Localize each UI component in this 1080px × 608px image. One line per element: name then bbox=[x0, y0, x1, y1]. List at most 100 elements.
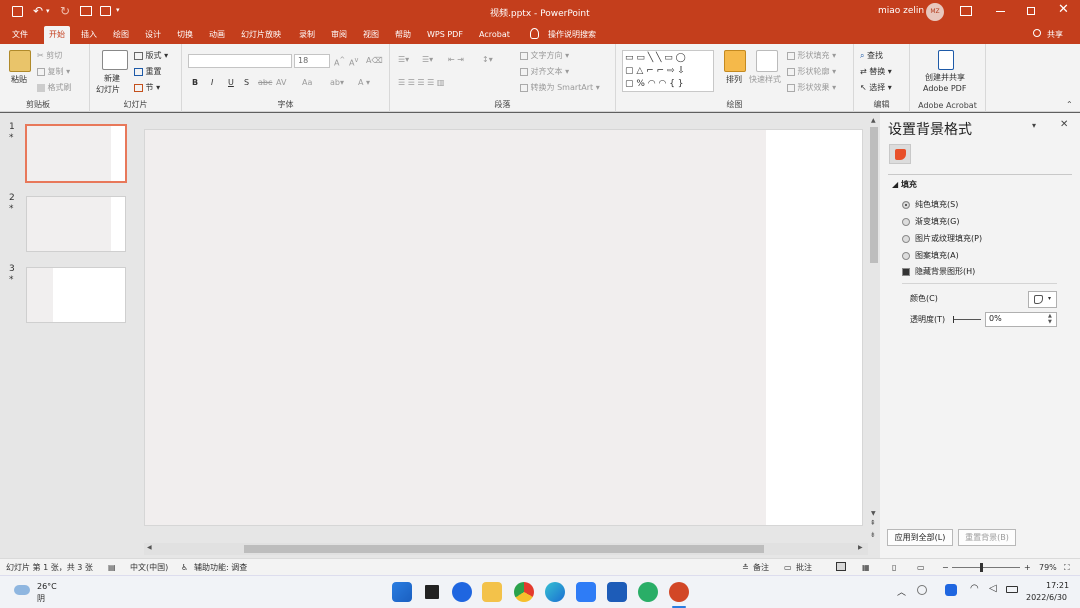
clear-format-button[interactable]: A⌫ bbox=[366, 55, 383, 66]
reset-background-button[interactable]: 重置背景(B) bbox=[958, 529, 1016, 546]
slide-thumbnail-2[interactable] bbox=[26, 196, 126, 252]
close-icon[interactable]: ✕ bbox=[1058, 2, 1069, 17]
fill-option-gradient[interactable]: 渐变填充(G) bbox=[902, 217, 959, 227]
format-painter-button[interactable]: 格式刷 bbox=[37, 82, 72, 93]
clock-date[interactable]: 2022/6/30 bbox=[1026, 593, 1067, 602]
radio-picture[interactable] bbox=[902, 234, 910, 243]
cut-button[interactable]: ✂ 剪切 bbox=[37, 50, 62, 61]
presentation-icon[interactable] bbox=[80, 6, 92, 16]
shapes-gallery[interactable]: ▭ ▭ ╲ ╲ ▭ ◯ ▢ △ ⌐ ⌐ ⇨ ⇩ ▢ % ◠ ◠ { } bbox=[622, 50, 714, 92]
paste-button[interactable]: 粘贴 bbox=[11, 74, 27, 85]
new-slide-button[interactable]: 新建 bbox=[104, 73, 120, 84]
accessibility-status[interactable]: 辅助功能: 调查 bbox=[194, 562, 247, 573]
chevron-up-icon[interactable]: ︿ bbox=[897, 585, 906, 598]
radio-pattern[interactable] bbox=[902, 251, 910, 260]
quick-styles-icon[interactable] bbox=[756, 50, 778, 72]
slide-thumbnail-1[interactable] bbox=[25, 124, 127, 183]
horizontal-scrollbar[interactable]: ◀ ▶ bbox=[144, 543, 868, 555]
slide-canvas[interactable] bbox=[144, 129, 863, 526]
ribbon-display-icon[interactable] bbox=[960, 6, 972, 16]
powerpoint-taskbar-icon[interactable] bbox=[669, 582, 689, 602]
underline-button[interactable]: U bbox=[228, 77, 234, 88]
shape-outline-button[interactable]: 形状轮廓 ▾ bbox=[787, 66, 836, 77]
slideshow-icon[interactable] bbox=[100, 6, 111, 16]
indent-button[interactable]: ⇤ ⇥ bbox=[448, 54, 464, 65]
tray-app-icon[interactable] bbox=[917, 585, 927, 595]
transparency-input[interactable]: 0% bbox=[985, 312, 1057, 327]
zoom-in-icon[interactable]: + bbox=[1024, 562, 1031, 573]
zoom-level[interactable]: 79% bbox=[1039, 562, 1057, 573]
windows-start-icon[interactable] bbox=[392, 582, 412, 602]
tab-record[interactable]: 录制 bbox=[294, 27, 320, 42]
zoom-out-icon[interactable]: − bbox=[942, 562, 949, 573]
scroll-up-icon[interactable]: ▲ bbox=[871, 117, 876, 124]
horizontal-scroll-thumb[interactable] bbox=[244, 545, 764, 553]
file-explorer-icon[interactable] bbox=[482, 582, 502, 602]
shape-fill-button[interactable]: 形状填充 ▾ bbox=[787, 50, 836, 61]
tab-wps-pdf[interactable]: WPS PDF bbox=[422, 27, 468, 42]
spinner-icon[interactable]: ▲ ▼ bbox=[1048, 313, 1052, 325]
restore-icon[interactable] bbox=[1027, 7, 1035, 15]
share-icon[interactable] bbox=[1033, 29, 1041, 37]
tab-help[interactable]: 帮助 bbox=[390, 27, 416, 42]
minimize-icon[interactable] bbox=[996, 11, 1005, 12]
line-spacing-button[interactable]: ↕▾ bbox=[482, 54, 493, 65]
scroll-left-icon[interactable]: ◀ bbox=[147, 544, 152, 551]
slide-thumbnail-3[interactable] bbox=[26, 267, 126, 323]
battery-icon[interactable] bbox=[1006, 586, 1018, 593]
redo-icon[interactable]: ↻ bbox=[60, 4, 70, 18]
highlight-button[interactable]: ab▾ bbox=[330, 77, 344, 88]
save-icon[interactable] bbox=[12, 6, 23, 17]
accessibility-icon[interactable]: ♿ bbox=[181, 562, 188, 573]
layout-button[interactable]: 版式 ▾ bbox=[134, 50, 168, 61]
apply-to-all-button[interactable]: 应用到全部(L) bbox=[887, 529, 953, 546]
slider-handle[interactable] bbox=[953, 316, 954, 323]
wechat-icon[interactable] bbox=[638, 582, 658, 602]
vertical-scrollbar[interactable]: ▲ ▼ ⇞ ⇟ bbox=[868, 113, 880, 558]
fit-slide-icon[interactable]: ⛶ bbox=[1064, 562, 1070, 573]
speaker-icon[interactable]: ◁ bbox=[989, 583, 997, 594]
arrange-button[interactable]: 排列 bbox=[726, 74, 742, 85]
pane-close-icon[interactable]: ✕ bbox=[1060, 119, 1068, 130]
section-button[interactable]: 节 ▾ bbox=[134, 82, 160, 93]
feishu-icon[interactable] bbox=[576, 582, 596, 602]
slideshow-view-icon[interactable]: ▭ bbox=[917, 562, 925, 573]
shrink-font-button[interactable]: Av bbox=[349, 55, 358, 69]
terminal-icon[interactable] bbox=[422, 582, 442, 602]
new-slide-icon[interactable] bbox=[102, 50, 128, 70]
italic-button[interactable]: I bbox=[211, 77, 213, 88]
quick-styles-button[interactable]: 快速样式 bbox=[749, 74, 781, 85]
tab-review[interactable]: 审阅 bbox=[326, 27, 352, 42]
language-indicator[interactable]: 中文(中国) bbox=[130, 562, 168, 573]
collapse-ribbon-icon[interactable]: ⌃ bbox=[1066, 100, 1073, 109]
new-slide-button-line2[interactable]: 幻灯片 bbox=[96, 84, 120, 95]
fill-option-solid[interactable]: 纯色填充(S) bbox=[902, 200, 958, 210]
vertical-scroll-thumb[interactable] bbox=[870, 127, 878, 263]
radio-solid[interactable] bbox=[902, 200, 910, 209]
prev-slide-icon[interactable]: ⇞ bbox=[870, 519, 876, 527]
scroll-right-icon[interactable]: ▶ bbox=[858, 544, 863, 551]
transparency-slider[interactable] bbox=[953, 316, 981, 323]
tab-acrobat[interactable]: Acrobat bbox=[474, 27, 515, 42]
zoom-slider[interactable] bbox=[952, 563, 1020, 572]
shadow-button[interactable]: S bbox=[244, 77, 249, 88]
find-button[interactable]: ⌕ 查找 bbox=[860, 50, 883, 61]
font-name-input[interactable] bbox=[188, 54, 292, 68]
tab-home[interactable]: 开始 bbox=[44, 26, 70, 44]
font-color-button[interactable]: A ▾ bbox=[358, 77, 370, 88]
search-box[interactable]: 操作说明搜索 bbox=[543, 27, 601, 42]
radio-gradient[interactable] bbox=[902, 217, 910, 226]
strikethrough-button[interactable]: abc bbox=[258, 77, 272, 88]
tab-draw[interactable]: 绘图 bbox=[108, 27, 134, 42]
reading-view-icon[interactable]: ▯ bbox=[892, 562, 896, 573]
pane-options-icon[interactable]: ▾ bbox=[1032, 121, 1036, 130]
tab-slideshow[interactable]: 幻灯片放映 bbox=[236, 27, 286, 42]
word-icon[interactable] bbox=[607, 582, 627, 602]
avatar[interactable]: MZ bbox=[926, 3, 944, 21]
fill-category-tab[interactable] bbox=[889, 144, 911, 164]
spellcheck-icon[interactable]: ▤ bbox=[108, 562, 116, 573]
weather-desc[interactable]: 阴 bbox=[37, 593, 45, 604]
share-button[interactable]: 共享 bbox=[1042, 27, 1068, 42]
fill-option-pattern[interactable]: 图案填充(A) bbox=[902, 251, 959, 261]
bullets-button[interactable]: ☰▾ bbox=[398, 54, 409, 65]
